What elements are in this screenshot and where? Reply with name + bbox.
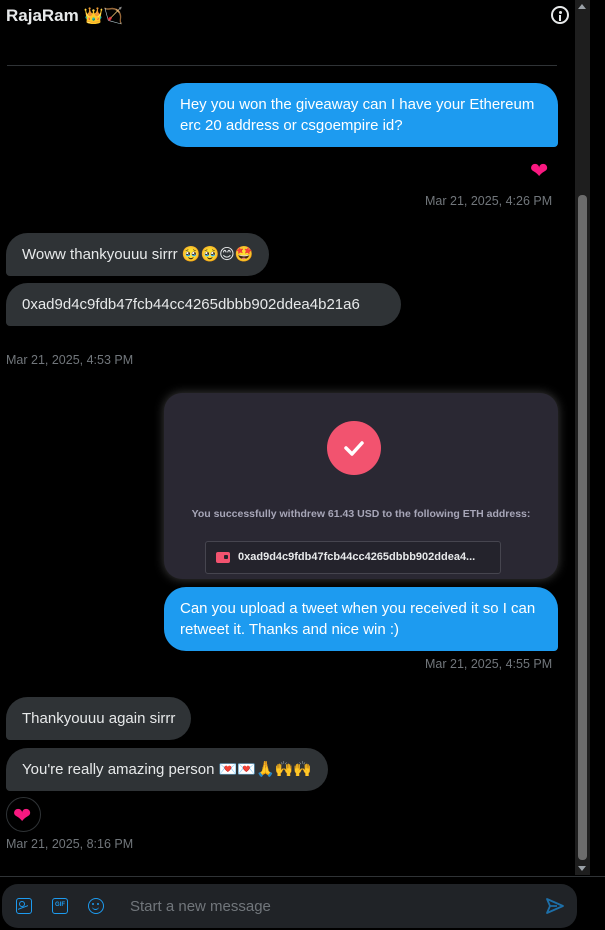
emoji-icon[interactable] <box>88 898 104 914</box>
contact-name-emojis: 👑🏹 <box>83 8 124 25</box>
message-timestamp: Mar 21, 2025, 4:26 PM <box>425 194 553 208</box>
heart-glyph: ❤ <box>13 803 32 828</box>
message-text: Can you upload a tweet when you received… <box>180 600 536 638</box>
message-timestamp: Mar 21, 2025, 8:16 PM <box>6 837 134 851</box>
message-input[interactable] <box>130 894 520 918</box>
wallet-icon <box>216 552 230 563</box>
eth-address-box: 0xad9d4c9fdb47fcb44cc4265dbbb902ddea4... <box>205 541 501 574</box>
message-timestamp: Mar 21, 2025, 4:53 PM <box>6 353 134 367</box>
message-bubble-incoming[interactable]: 0xad9d4c9fdb47fcb44cc4265dbbb902ddea4b21… <box>6 283 401 326</box>
message-text: You're really amazing person 💌💌🙏🙌🙌 <box>22 761 312 778</box>
message-bubble-outgoing[interactable]: Can you upload a tweet when you received… <box>164 587 558 651</box>
scroll-up-arrow-icon[interactable] <box>578 4 586 9</box>
info-icon[interactable] <box>551 6 569 24</box>
gif-icon[interactable]: GIF <box>52 898 68 914</box>
scroll-down-arrow-icon[interactable] <box>578 866 586 871</box>
header-divider <box>7 65 557 66</box>
message-text: Thankyouuu again sirrr <box>22 710 176 727</box>
message-composer: GIF <box>2 884 577 928</box>
window-edge <box>590 0 605 930</box>
conversation-title[interactable]: RajaRam 👑🏹 <box>6 6 123 26</box>
withdrawal-screenshot-attachment[interactable]: You successfully withdrew 61.43 USD to t… <box>164 393 558 579</box>
contact-name: RajaRam <box>6 6 79 25</box>
scrollbar[interactable] <box>575 0 590 875</box>
eth-address: 0xad9d4c9fdb47fcb44cc4265dbbb902ddea4... <box>238 551 476 563</box>
heart-reaction-icon[interactable]: ❤ <box>530 160 548 182</box>
message-text: 0xad9d4c9fdb47fcb44cc4265dbbb902ddea4b21… <box>22 296 360 313</box>
withdrawal-message: You successfully withdrew 61.43 USD to t… <box>191 508 531 520</box>
message-text: Hey you won the giveaway can I have your… <box>180 96 535 134</box>
message-text: Woww thankyouuu sirrr 🥹🥹😊🤩 <box>22 246 254 263</box>
conversation-header: RajaRam 👑🏹 <box>0 0 570 34</box>
check-icon <box>327 421 381 475</box>
message-bubble-incoming[interactable]: Thankyouuu again sirrr <box>6 697 192 740</box>
heart-reaction-icon[interactable]: ❤ <box>6 797 41 832</box>
message-bubble-incoming[interactable]: Woww thankyouuu sirrr 🥹🥹😊🤩 <box>6 233 270 276</box>
message-bubble-outgoing[interactable]: Hey you won the giveaway can I have your… <box>164 83 558 147</box>
message-timestamp: Mar 21, 2025, 4:55 PM <box>425 657 553 671</box>
message-bubble-incoming[interactable]: You're really amazing person 💌💌🙏🙌🙌 <box>6 748 328 791</box>
image-icon[interactable] <box>16 898 32 914</box>
scrollbar-thumb[interactable] <box>578 195 587 860</box>
send-icon[interactable] <box>545 897 565 915</box>
